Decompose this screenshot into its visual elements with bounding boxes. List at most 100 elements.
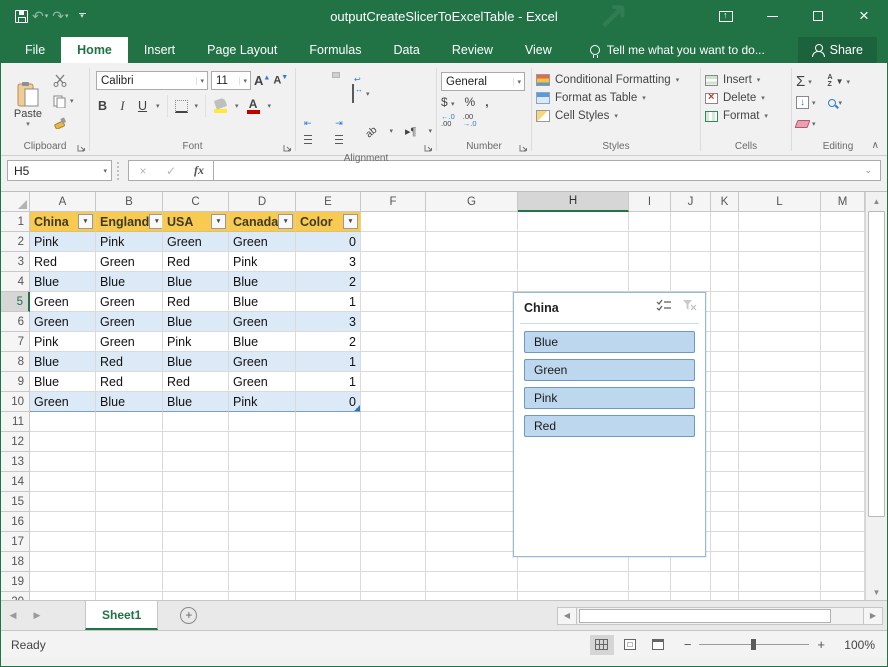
text-direction-icon[interactable]: ▸¶ xyxy=(401,119,420,143)
align-right-icon[interactable] xyxy=(332,91,340,97)
cell-B6[interactable]: Green xyxy=(96,312,163,332)
cell-L12[interactable] xyxy=(739,432,821,452)
cell-E8[interactable]: 1 xyxy=(296,352,361,372)
scroll-up-icon[interactable]: ▲ xyxy=(866,192,887,210)
cell-C2[interactable]: Green xyxy=(163,232,229,252)
cell-D9[interactable]: Green xyxy=(229,372,296,392)
cut-button[interactable] xyxy=(53,72,74,88)
cell-M9[interactable] xyxy=(821,372,865,392)
cell-D2[interactable]: Green xyxy=(229,232,296,252)
cell-C1[interactable]: USA▼ xyxy=(163,212,229,232)
orientation-icon[interactable]: ab xyxy=(362,119,381,143)
cell-M17[interactable] xyxy=(821,532,865,552)
ribbon-display-options-icon[interactable] xyxy=(703,1,749,31)
cell-K2[interactable] xyxy=(711,232,739,252)
cell-G20[interactable] xyxy=(426,592,518,600)
enter-icon[interactable]: ✓ xyxy=(157,164,185,178)
increase-decimal-button[interactable]: ←.0.00 xyxy=(441,113,455,127)
cell-D12[interactable] xyxy=(229,432,296,452)
cell-K20[interactable] xyxy=(711,592,739,600)
fill-button[interactable]: ↓▾ xyxy=(796,94,816,111)
cell-G10[interactable] xyxy=(426,392,518,412)
column-header-D[interactable]: D xyxy=(229,192,296,212)
cell-E2[interactable]: 0 xyxy=(296,232,361,252)
page-break-view-icon[interactable] xyxy=(646,635,670,655)
cell-C15[interactable] xyxy=(163,492,229,512)
cell-D17[interactable] xyxy=(229,532,296,552)
cell-D3[interactable]: Pink xyxy=(229,252,296,272)
cell-K9[interactable] xyxy=(711,372,739,392)
clear-button[interactable]: ▾ xyxy=(796,115,816,132)
cell-A2[interactable]: Pink xyxy=(30,232,96,252)
merge-dropdown-icon[interactable]: ▾ xyxy=(366,90,370,98)
table-resize-handle[interactable] xyxy=(354,405,360,411)
maximize-icon[interactable] xyxy=(795,1,841,31)
cell-F8[interactable] xyxy=(361,352,426,372)
cell-M7[interactable] xyxy=(821,332,865,352)
cell-F18[interactable] xyxy=(361,552,426,572)
row-header-9[interactable]: 9 xyxy=(1,372,30,392)
cell-M5[interactable] xyxy=(821,292,865,312)
cell-F10[interactable] xyxy=(361,392,426,412)
cell-G15[interactable] xyxy=(426,492,518,512)
conditional-formatting-button[interactable]: Conditional Formatting▾ xyxy=(536,74,679,86)
cell-M3[interactable] xyxy=(821,252,865,272)
cell-A20[interactable] xyxy=(30,592,96,600)
cell-K14[interactable] xyxy=(711,472,739,492)
cell-G2[interactable] xyxy=(426,232,518,252)
font-name-dropdown-icon[interactable]: ▾ xyxy=(196,77,207,85)
cell-K1[interactable] xyxy=(711,212,739,232)
cell-C19[interactable] xyxy=(163,572,229,592)
align-bottom-icon[interactable] xyxy=(332,72,340,78)
scroll-right-icon[interactable]: ▶ xyxy=(863,607,883,625)
tab-view[interactable]: View xyxy=(509,37,568,63)
row-header-7[interactable]: 7 xyxy=(1,332,30,352)
slicer-item-pink[interactable]: Pink xyxy=(524,387,695,409)
cell-L4[interactable] xyxy=(739,272,821,292)
slicer-panel[interactable]: China BlueGreenPinkRed xyxy=(513,292,706,557)
scroll-left-icon[interactable]: ◀ xyxy=(557,607,577,625)
cell-L14[interactable] xyxy=(739,472,821,492)
align-left-icon[interactable] xyxy=(300,91,308,97)
zoom-out-icon[interactable]: − xyxy=(684,637,692,652)
cell-F16[interactable] xyxy=(361,512,426,532)
cell-J2[interactable] xyxy=(671,232,711,252)
undo-icon[interactable]: ↶▾ xyxy=(32,8,48,25)
horizontal-scroll-track[interactable] xyxy=(577,607,863,625)
row-header-10[interactable]: 10 xyxy=(1,392,30,412)
cell-D20[interactable] xyxy=(229,592,296,600)
new-sheet-icon[interactable]: + xyxy=(180,607,197,624)
cell-M12[interactable] xyxy=(821,432,865,452)
cell-G18[interactable] xyxy=(426,552,518,572)
align-middle-icon[interactable] xyxy=(316,72,324,78)
cell-B14[interactable] xyxy=(96,472,163,492)
slicer-clear-filter-icon[interactable] xyxy=(682,299,697,317)
accounting-format-button[interactable]: $ ▾ xyxy=(441,95,455,109)
cell-K13[interactable] xyxy=(711,452,739,472)
cell-D11[interactable] xyxy=(229,412,296,432)
cancel-icon[interactable]: × xyxy=(129,164,157,178)
cell-K3[interactable] xyxy=(711,252,739,272)
number-format-dropdown-icon[interactable]: ▾ xyxy=(513,78,524,86)
save-icon[interactable] xyxy=(15,10,28,23)
cell-J19[interactable] xyxy=(671,572,711,592)
cell-K8[interactable] xyxy=(711,352,739,372)
cell-K10[interactable] xyxy=(711,392,739,412)
row-header-14[interactable]: 14 xyxy=(1,472,30,492)
cell-I20[interactable] xyxy=(629,592,671,600)
cell-F13[interactable] xyxy=(361,452,426,472)
page-layout-view-icon[interactable] xyxy=(618,635,642,655)
filter-dropdown-icon[interactable]: ▼ xyxy=(278,214,293,229)
paste-dropdown-icon[interactable]: ▾ xyxy=(26,120,30,128)
cell-A5[interactable]: Green xyxy=(30,292,96,312)
slicer-item-green[interactable]: Green xyxy=(524,359,695,381)
font-name-combo[interactable]: Calibri▾ xyxy=(96,71,208,90)
column-header-K[interactable]: K xyxy=(711,192,739,212)
cell-F3[interactable] xyxy=(361,252,426,272)
cell-K11[interactable] xyxy=(711,412,739,432)
cell-K6[interactable] xyxy=(711,312,739,332)
cell-A9[interactable]: Blue xyxy=(30,372,96,392)
tab-page-layout[interactable]: Page Layout xyxy=(191,37,293,63)
cell-M16[interactable] xyxy=(821,512,865,532)
cell-B15[interactable] xyxy=(96,492,163,512)
